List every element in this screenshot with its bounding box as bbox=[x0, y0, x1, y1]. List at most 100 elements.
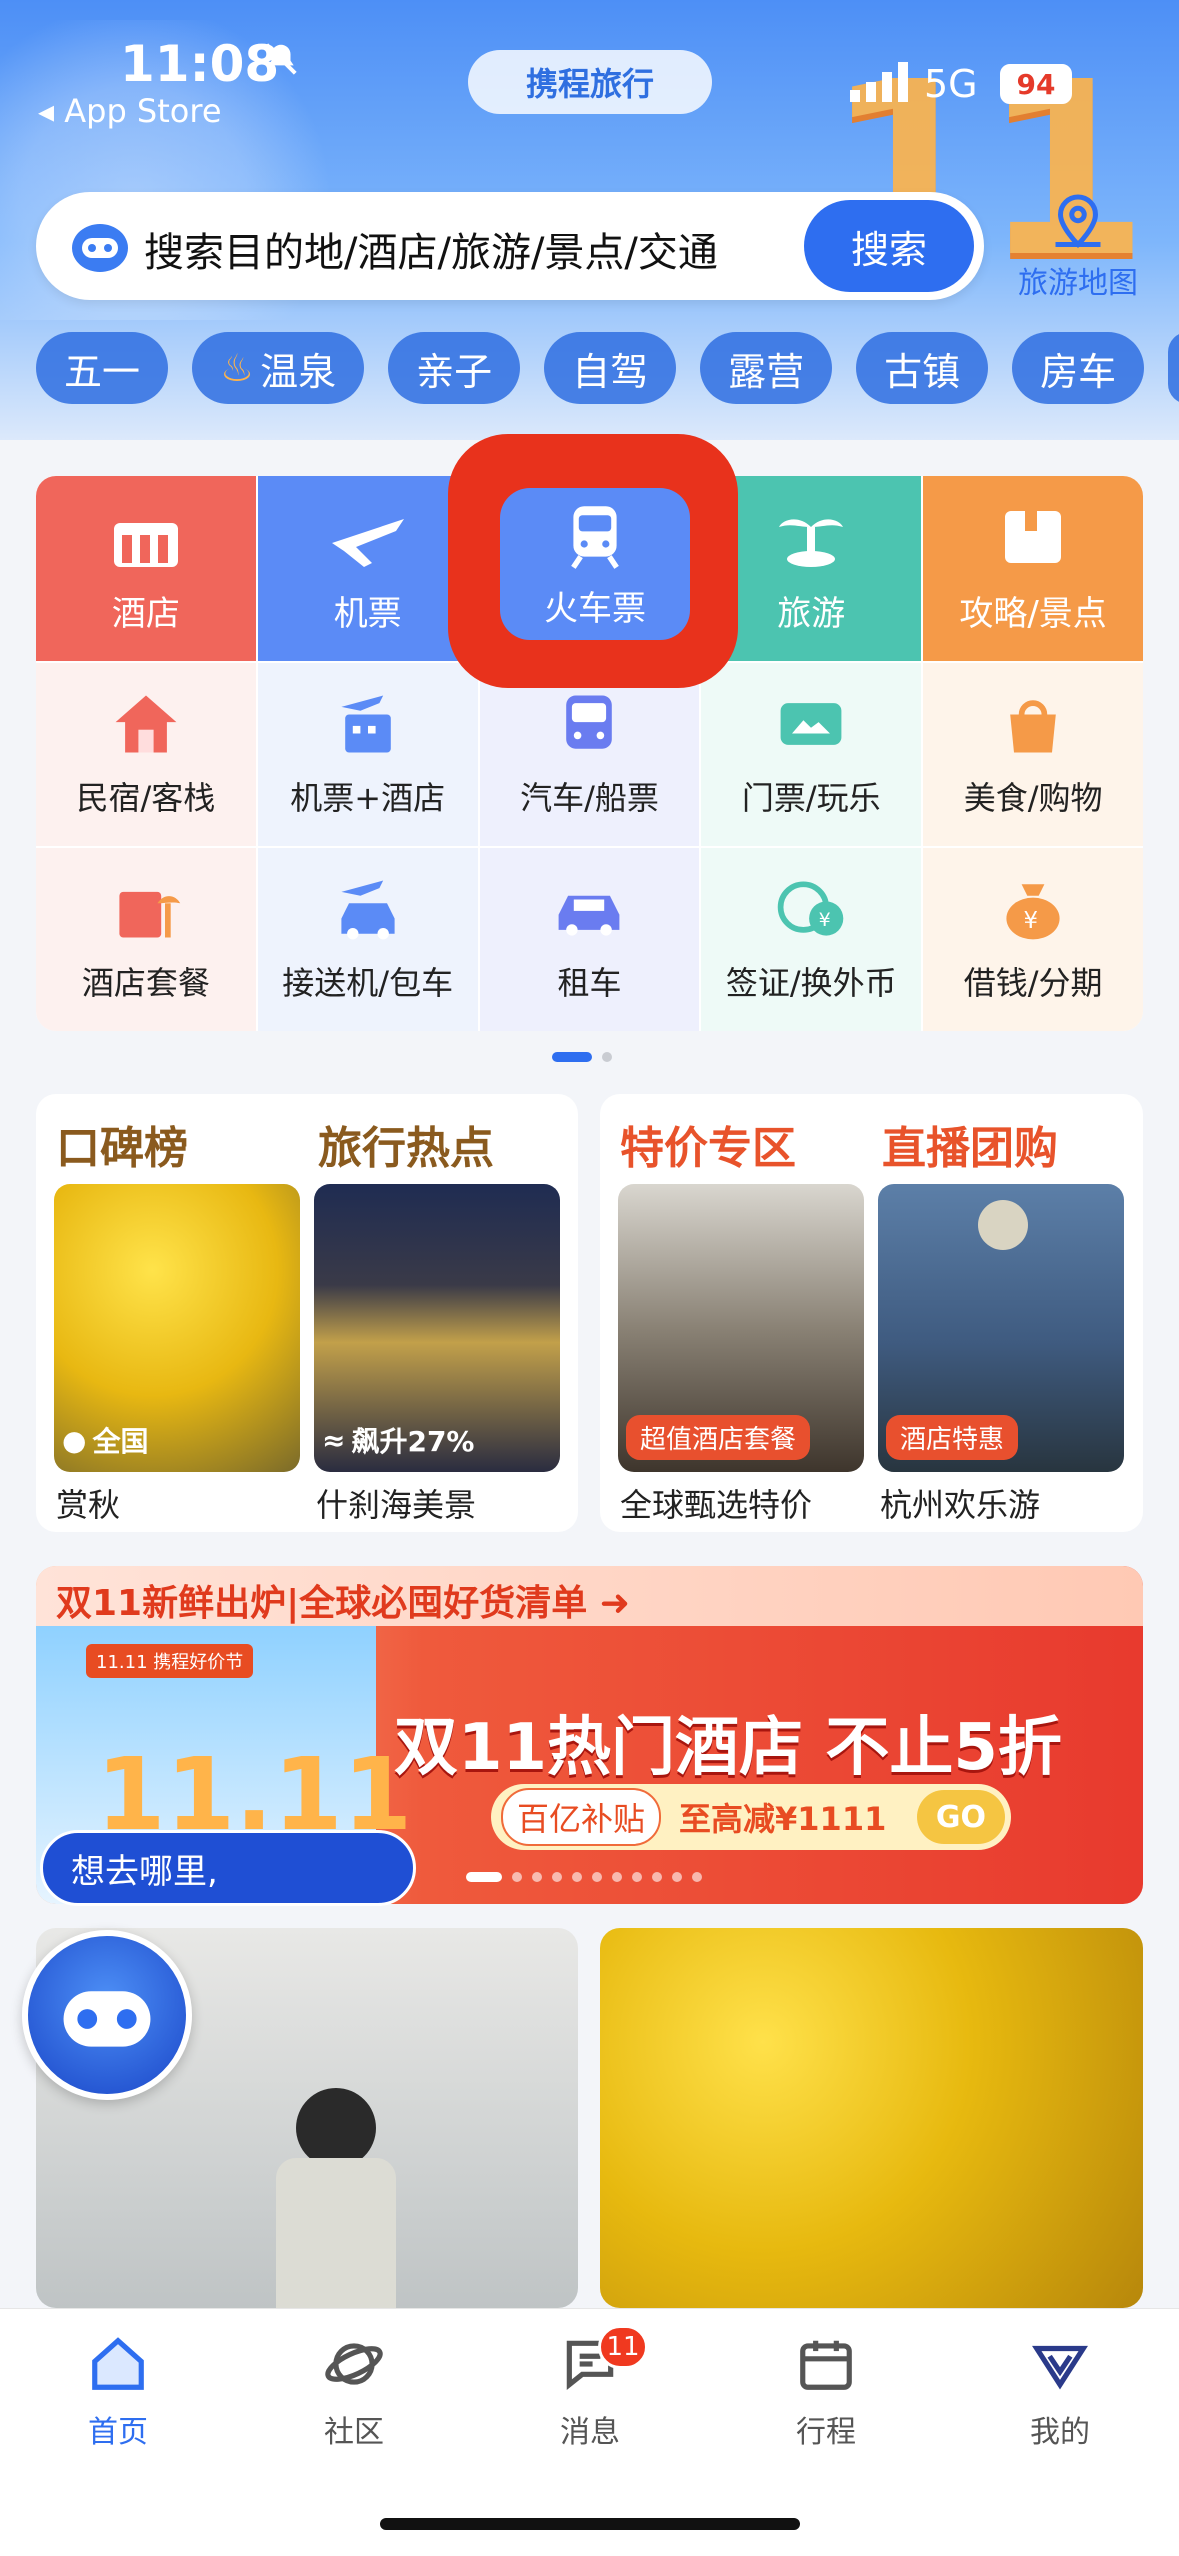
chip-label: 温泉 bbox=[260, 349, 337, 394]
back-to-app-store[interactable]: ◂ App Store bbox=[38, 92, 222, 130]
autumn-image[interactable]: ● 全国 bbox=[54, 1184, 300, 1472]
assistant-bubble[interactable]: 想去哪里, bbox=[40, 1830, 416, 1906]
home-icon bbox=[92, 2337, 144, 2390]
banner-strip-text: 双11新鲜出炉|全球必囤好货清单 bbox=[56, 1583, 588, 1624]
tile-label: 接送机/包车 bbox=[282, 963, 454, 1002]
shichahai-image[interactable]: ≈ 飙升27% bbox=[314, 1184, 560, 1472]
tile-label: 火车票 bbox=[544, 588, 646, 629]
tile-hotel[interactable]: 酒店 bbox=[36, 476, 258, 661]
subsidy-label: 百亿补贴 bbox=[501, 1788, 662, 1846]
chip-label: 古镇 bbox=[884, 349, 961, 394]
search-input[interactable]: 搜索目的地/酒店/旅游/景点/交通 bbox=[144, 220, 718, 278]
car-icon bbox=[559, 895, 620, 936]
deal-badge: 超值酒店套餐 bbox=[626, 1415, 811, 1460]
tile-hotel-package[interactable]: 酒店套餐 bbox=[36, 848, 258, 1031]
train-icon bbox=[571, 505, 619, 569]
pagoda-image[interactable]: 酒店特惠 bbox=[878, 1184, 1124, 1472]
tab-home[interactable]: 首页 bbox=[18, 2333, 218, 2451]
svg-text:¥: ¥ bbox=[819, 909, 831, 931]
book-icon bbox=[1005, 511, 1062, 563]
hotel-icon bbox=[113, 523, 178, 567]
tab-community[interactable]: 社区 bbox=[254, 2333, 454, 2451]
chip-label: 自驾 bbox=[572, 349, 649, 394]
assistant-button[interactable] bbox=[22, 1930, 192, 2100]
deal-badge: 酒店特惠 bbox=[886, 1415, 1019, 1460]
tab-label: 行程 bbox=[796, 2415, 856, 2450]
message-badge: 11 bbox=[598, 2325, 648, 2369]
tile-tickets[interactable]: 门票/玩乐 bbox=[701, 663, 924, 846]
quick-chips: 五一 ♨ 温泉 亲子 自驾 露营 古镇 房车 bbox=[36, 332, 1179, 406]
hotel-lobby-image[interactable]: 超值酒店套餐 bbox=[618, 1184, 864, 1472]
discount-label: 至高减¥1111 bbox=[679, 1800, 887, 1838]
flight-hotel-icon bbox=[341, 695, 391, 752]
card-caption[interactable]: 什刹海美景 bbox=[316, 1480, 476, 1526]
tile-label: 酒店套餐 bbox=[81, 963, 210, 1002]
tab-messages[interactable]: 消息 11 bbox=[490, 2325, 690, 2451]
search-button[interactable]: 搜索 bbox=[804, 200, 974, 292]
chip-ancient-town[interactable]: 古镇 bbox=[856, 332, 989, 404]
tile-homestay[interactable]: 民宿/客栈 bbox=[36, 663, 258, 846]
calendar-icon bbox=[800, 2340, 852, 2390]
chip-label: 房车 bbox=[1040, 349, 1117, 394]
rank-title[interactable]: 口碑榜 bbox=[56, 1112, 188, 1176]
tile-visa-exchange[interactable]: ¥ 签证/换外币 bbox=[701, 848, 924, 1031]
deals-card: 特价专区 直播团购 超值酒店套餐 全球甄选特价 酒店特惠 杭州欢乐游 bbox=[600, 1094, 1143, 1532]
banner-page-indicator bbox=[466, 1872, 702, 1882]
tile-label: 民宿/客栈 bbox=[76, 778, 216, 817]
tab-label: 社区 bbox=[324, 2415, 384, 2450]
tile-label: 门票/玩乐 bbox=[741, 778, 881, 817]
travel-map-label: 旅游地图 bbox=[1018, 266, 1138, 301]
hotspot-title[interactable]: 旅行热点 bbox=[318, 1112, 494, 1176]
tile-label: 美食/购物 bbox=[963, 778, 1103, 817]
deals-title[interactable]: 特价专区 bbox=[620, 1112, 796, 1176]
ticket-icon bbox=[780, 702, 842, 745]
tab-itinerary[interactable]: 行程 bbox=[726, 2333, 926, 2451]
tile-label: 攻略/景点 bbox=[959, 594, 1107, 634]
chip-camping[interactable]: 露营 bbox=[700, 332, 833, 404]
travel-map-button[interactable]: 旅游地图 bbox=[1008, 192, 1148, 302]
tile-flight[interactable]: 机票 bbox=[257, 476, 480, 661]
go-button[interactable]: GO bbox=[917, 1790, 1005, 1844]
tile-train[interactable]: 火车票 bbox=[500, 488, 690, 640]
chip-rv[interactable]: 房车 bbox=[1012, 332, 1145, 404]
search-bar[interactable]: 搜索目的地/酒店/旅游/景点/交通 搜索 bbox=[36, 192, 984, 300]
shopping-bag-icon bbox=[1010, 699, 1056, 752]
tile-airport-transfer[interactable]: 接送机/包车 bbox=[257, 848, 480, 1031]
tile-label: 租车 bbox=[557, 963, 622, 1002]
ranking-card: 口碑榜 旅行热点 ● 全国 赏秋 ≈ 飙升27% 什刹海美景 bbox=[36, 1094, 578, 1532]
card-caption[interactable]: 杭州欢乐游 bbox=[880, 1480, 1040, 1526]
back-app-label: App Store bbox=[64, 92, 222, 130]
robot-icon bbox=[63, 1991, 151, 2047]
banner-strip[interactable]: 双11新鲜出炉|全球必囤好货清单 ➜ bbox=[36, 1566, 1143, 1626]
card-caption[interactable]: 赏秋 bbox=[56, 1480, 120, 1526]
chip-hot-spring[interactable]: ♨ 温泉 bbox=[192, 332, 365, 404]
tile-food-shopping[interactable]: 美食/购物 bbox=[923, 663, 1143, 846]
assistant-bot-icon bbox=[72, 224, 128, 272]
tab-label: 消息 bbox=[560, 2415, 620, 2450]
tile-loan[interactable]: ¥ 借钱/分期 bbox=[923, 848, 1143, 1031]
tile-car-rental[interactable]: 租车 bbox=[479, 848, 702, 1031]
banner-headline: 双11热门酒店 不止5折 bbox=[394, 1711, 1062, 1785]
palm-tree-icon bbox=[779, 519, 844, 567]
chip-self-drive[interactable]: 自驾 bbox=[544, 332, 677, 404]
grid-page-indicator bbox=[552, 1052, 612, 1062]
tile-bus-ferry[interactable]: 汽车/船票 bbox=[479, 663, 702, 846]
tab-profile[interactable]: 我的 bbox=[960, 2333, 1160, 2451]
tile-label: 汽车/船票 bbox=[520, 778, 659, 817]
hotel-package-icon bbox=[119, 891, 181, 937]
card-caption[interactable]: 全球甄选特价 bbox=[620, 1480, 812, 1526]
trending-icon: ≈ bbox=[322, 1423, 346, 1457]
house-icon bbox=[115, 695, 177, 752]
chip-more[interactable] bbox=[1168, 332, 1179, 404]
tile-guide[interactable]: 攻略/景点 bbox=[923, 476, 1143, 661]
feed-card-ginkgo[interactable] bbox=[600, 1928, 1143, 2308]
live-title[interactable]: 直播团购 bbox=[882, 1112, 1058, 1176]
location-tag: ● 全国 bbox=[62, 1420, 148, 1460]
chip-wuyi[interactable]: 五一 bbox=[36, 332, 169, 404]
tile-flight-hotel[interactable]: 机票+酒店 bbox=[257, 663, 480, 846]
battery-indicator: 94 bbox=[1000, 64, 1072, 104]
banner-offer[interactable]: 百亿补贴 至高减¥1111 GO bbox=[491, 1784, 1011, 1850]
svg-text:¥: ¥ bbox=[1024, 908, 1039, 934]
chip-family[interactable]: 亲子 bbox=[388, 332, 521, 404]
money-bag-icon: ¥ bbox=[1006, 883, 1060, 939]
